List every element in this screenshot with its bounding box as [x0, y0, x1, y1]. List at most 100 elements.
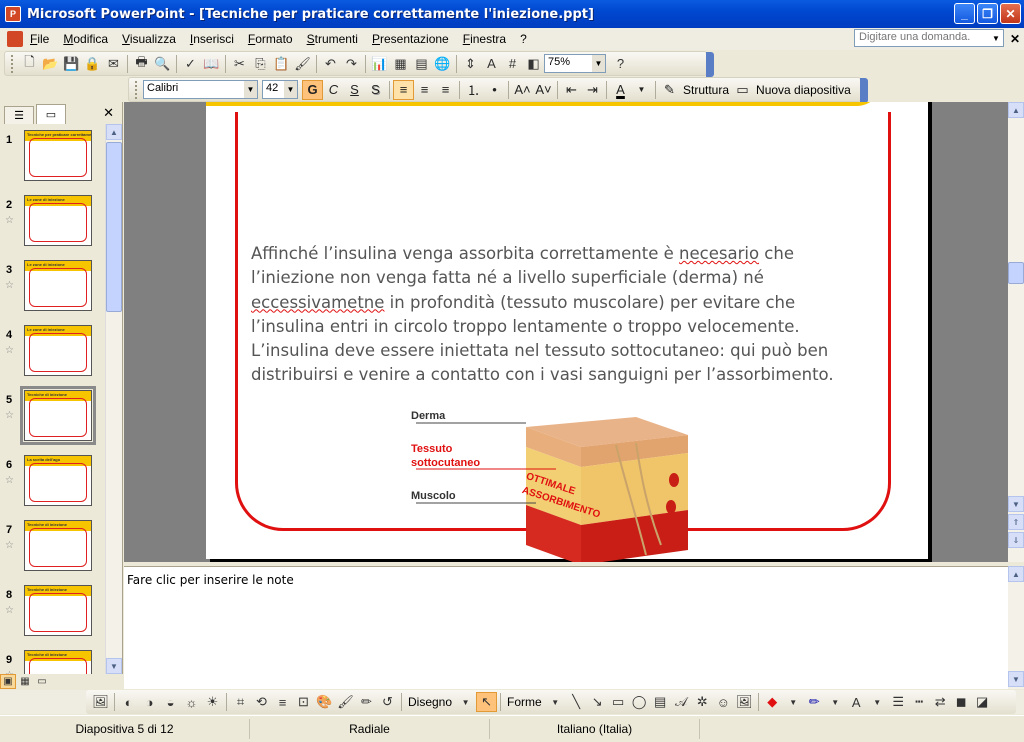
show-formatting-icon[interactable]: A [481, 54, 502, 74]
font-color-icon[interactable]: A [846, 692, 867, 712]
paste-icon[interactable]: 📋 [271, 54, 292, 74]
menu-finestra[interactable]: Finestra [456, 32, 513, 46]
print-icon[interactable]: 🖶 [131, 54, 152, 74]
less-contrast-icon[interactable]: ◒ [160, 692, 181, 712]
dash-style-icon[interactable]: ┅ [909, 692, 930, 712]
draw-menu-button[interactable]: Disegno [405, 695, 455, 709]
scrollbar-thumb[interactable] [106, 142, 122, 312]
arrow-style-icon[interactable]: ⇄ [930, 692, 951, 712]
menu-help[interactable]: ? [513, 32, 534, 46]
slide-body-text[interactable]: Affinché l’insulina venga assorbita corr… [251, 242, 851, 388]
slide-thumbnail-row[interactable]: 2 ☆ Le zone di iniezione [0, 195, 104, 251]
slide-editing-area[interactable]: Affinché l’insulina venga assorbita corr… [124, 102, 1008, 562]
slide-thumbnail-row[interactable]: 4 ☆ Le zone di iniezione [0, 325, 104, 381]
close-button[interactable]: ✕ [1000, 3, 1021, 24]
less-brightness-icon[interactable]: ☀ [202, 692, 223, 712]
align-left-icon[interactable]: ≡ [393, 79, 414, 100]
slide-sorter-icon[interactable]: ▦ [17, 674, 33, 689]
font-select[interactable]: Calibri ▼ [143, 80, 258, 99]
redo-icon[interactable]: ↷ [341, 54, 362, 74]
shadow-style-icon[interactable]: ◼ [951, 692, 972, 712]
autoshapes-button[interactable]: Forme [504, 695, 545, 709]
font-color-icon[interactable]: A [610, 80, 631, 100]
chevron-down-icon[interactable]: ▼ [989, 30, 1003, 46]
menu-formato[interactable]: Formato [241, 32, 300, 46]
minimize-button[interactable]: _ [954, 3, 975, 24]
decrease-indent-icon[interactable]: ⇤ [561, 80, 582, 100]
toolbar-options-icon[interactable] [860, 78, 868, 103]
rotate-icon[interactable]: ⟲ [251, 692, 272, 712]
previous-slide-icon[interactable]: ⇑ [1008, 514, 1024, 530]
chevron-down-icon[interactable]: ▼ [825, 692, 846, 712]
close-document-icon[interactable]: ✕ [1010, 32, 1020, 46]
scroll-up-icon[interactable]: ▲ [106, 124, 122, 140]
permission-icon[interactable]: 🔒 [82, 54, 103, 74]
slide-scrollbar[interactable]: ▲ ▼ ⇑ ⇓ [1008, 102, 1024, 562]
menu-visualizza[interactable]: Visualizza [115, 32, 183, 46]
save-icon[interactable]: 💾 [61, 54, 82, 74]
fill-color-icon[interactable]: ◆ [762, 692, 783, 712]
shadow-button[interactable]: S [365, 80, 386, 100]
slide-thumbnail-row[interactable]: 7 ☆ Tecniche di iniezione [0, 520, 104, 576]
wordart-icon[interactable]: 𝒜 [671, 692, 692, 712]
font-size-select[interactable]: 42 ▼ [262, 80, 298, 99]
more-contrast-icon[interactable]: ◑ [139, 692, 160, 712]
picture-icon[interactable]: 🖼 [734, 692, 755, 712]
menu-inserisci[interactable]: Inserisci [183, 32, 241, 46]
3d-style-icon[interactable]: ◪ [972, 692, 993, 712]
scroll-down-icon[interactable]: ▼ [106, 658, 122, 674]
arrow-icon[interactable]: ↘ [587, 692, 608, 712]
hyperlink-icon[interactable]: 🌐 [432, 54, 453, 74]
slide-thumbnail[interactable]: La scelta dell'ago [24, 455, 92, 506]
italic-button[interactable]: C [323, 80, 344, 100]
notes-pane[interactable]: Fare clic per inserire le note [124, 566, 1008, 689]
spelling-icon[interactable]: ✓ [180, 54, 201, 74]
bullet-list-icon[interactable]: • [484, 80, 505, 100]
chevron-down-icon[interactable]: ▼ [783, 692, 804, 712]
next-slide-icon[interactable]: ⇓ [1008, 532, 1024, 548]
toolbar-grip[interactable] [135, 80, 139, 99]
slide-thumbnail[interactable]: Tecniche di iniezione [24, 520, 92, 571]
cut-icon[interactable]: ✂ [229, 54, 250, 74]
slide-thumbnail-row[interactable]: 8 ☆ Tecniche di iniezione [0, 585, 104, 641]
email-icon[interactable]: ✉ [103, 54, 124, 74]
format-painter-icon[interactable]: 🖌 [292, 54, 313, 74]
slide-thumbnail[interactable]: Le zone di iniezione [24, 260, 92, 311]
more-brightness-icon[interactable]: ☼ [181, 692, 202, 712]
insert-table-icon[interactable]: ▦ [390, 54, 411, 74]
design-button[interactable]: Struttura [680, 83, 732, 97]
design-icon[interactable]: ✎ [659, 80, 680, 100]
menu-file[interactable]: File [23, 32, 56, 46]
chevron-down-icon[interactable]: ▼ [631, 80, 652, 100]
normal-view-icon[interactable]: ▣ [0, 674, 16, 689]
textbox-icon[interactable]: ▤ [650, 692, 671, 712]
chevron-down-icon[interactable]: ▼ [284, 81, 297, 98]
slide-thumbnail[interactable]: Tecniche per praticare correttamente l'i… [24, 130, 92, 181]
research-icon[interactable]: 📖 [201, 54, 222, 74]
new-document-icon[interactable]: 🗋 [19, 54, 40, 74]
close-pane-icon[interactable]: ✕ [103, 105, 114, 121]
chevron-down-icon[interactable]: ▼ [592, 55, 605, 72]
restore-button[interactable]: ❐ [977, 3, 998, 24]
align-right-icon[interactable]: ≡ [435, 80, 456, 100]
slide-thumbnail[interactable]: Le zone di iniezione [24, 195, 92, 246]
line-color-icon[interactable]: ✏ [804, 692, 825, 712]
oval-icon[interactable]: ◯ [629, 692, 650, 712]
set-transparent-icon[interactable]: ✏ [356, 692, 377, 712]
document-menu-icon[interactable] [7, 31, 23, 47]
tab-outline[interactable]: ☰ [4, 106, 34, 124]
slides-pane-scrollbar[interactable]: ▲ ▼ [105, 124, 122, 674]
underline-button[interactable]: S [344, 80, 365, 100]
slide-thumbnail[interactable]: Tecniche di iniezione [20, 386, 96, 445]
slide-thumbnail-row[interactable]: 5 ☆ Tecniche di iniezione [0, 386, 104, 446]
undo-icon[interactable]: ↶ [320, 54, 341, 74]
clipart-icon[interactable]: ☺ [713, 692, 734, 712]
notes-placeholder[interactable]: Fare clic per inserire le note [127, 573, 294, 587]
slide-thumbnail-row[interactable]: 6 ☆ La scelta dell'ago [0, 455, 104, 511]
slide-thumbnail[interactable]: Le zone di iniezione [24, 325, 92, 376]
toolbar-options-icon[interactable] [706, 52, 714, 77]
scroll-down-icon[interactable]: ▼ [1008, 671, 1024, 687]
insert-chart-icon[interactable]: 📊 [369, 54, 390, 74]
chevron-down-icon[interactable]: ▼ [545, 692, 566, 712]
format-picture-icon[interactable]: 🖌 [335, 692, 356, 712]
